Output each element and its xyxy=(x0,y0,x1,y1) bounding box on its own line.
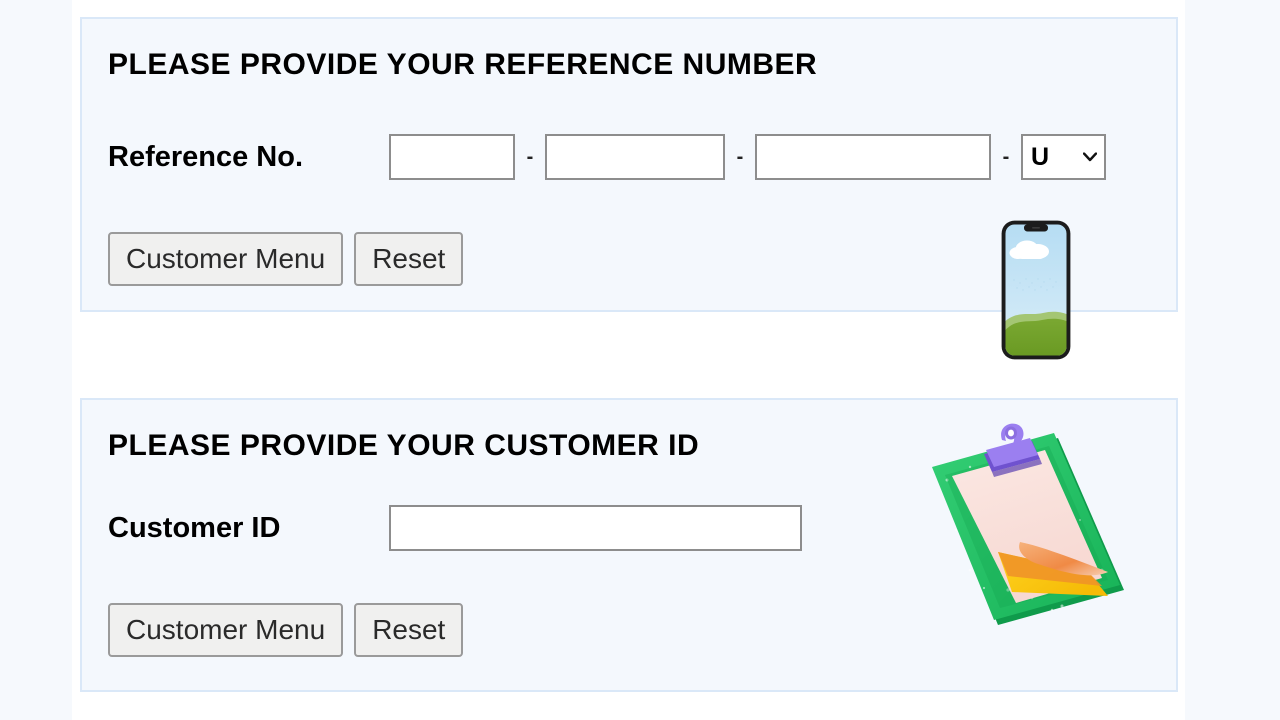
customer-id-input[interactable] xyxy=(389,505,802,551)
reference-part-3-input[interactable] xyxy=(755,134,991,180)
reference-panel-heading: PLEASE PROVIDE YOUR REFERENCE NUMBER xyxy=(108,48,818,81)
customer-id-field-row: Customer ID xyxy=(108,505,802,551)
customer-reset-button[interactable]: Reset xyxy=(354,603,464,657)
reference-suffix-select-wrap: U xyxy=(1021,134,1106,180)
reference-customer-menu-button[interactable]: Customer Menu xyxy=(108,232,344,286)
clipboard-illustration xyxy=(932,423,1124,625)
customer-panel-heading: PLEASE PROVIDE YOUR CUSTOMER ID xyxy=(108,429,700,462)
reference-part-1-input[interactable] xyxy=(389,134,515,180)
reference-number-label: Reference No. xyxy=(108,140,304,173)
reference-separator-3: - xyxy=(1002,146,1010,168)
reference-separator-2: - xyxy=(736,146,744,168)
customer-id-panel: PLEASE PROVIDE YOUR CUSTOMER ID Customer… xyxy=(80,398,1178,692)
customer-id-label: Customer ID xyxy=(108,511,281,544)
reference-part-2-input[interactable] xyxy=(545,134,725,180)
customer-customer-menu-button[interactable]: Customer Menu xyxy=(108,603,344,657)
reference-reset-button[interactable]: Reset xyxy=(354,232,464,286)
customer-panel-button-row: Customer Menu Reset xyxy=(108,603,464,657)
reference-number-field-row: Reference No. - - - U xyxy=(108,134,1106,180)
smartphone-illustration xyxy=(1001,220,1071,360)
reference-suffix-select[interactable]: U xyxy=(1021,134,1106,180)
reference-number-panel: PLEASE PROVIDE YOUR REFERENCE NUMBER Ref… xyxy=(80,17,1178,360)
reference-panel-button-row: Customer Menu Reset xyxy=(108,232,464,286)
reference-separator-1: - xyxy=(526,146,534,168)
